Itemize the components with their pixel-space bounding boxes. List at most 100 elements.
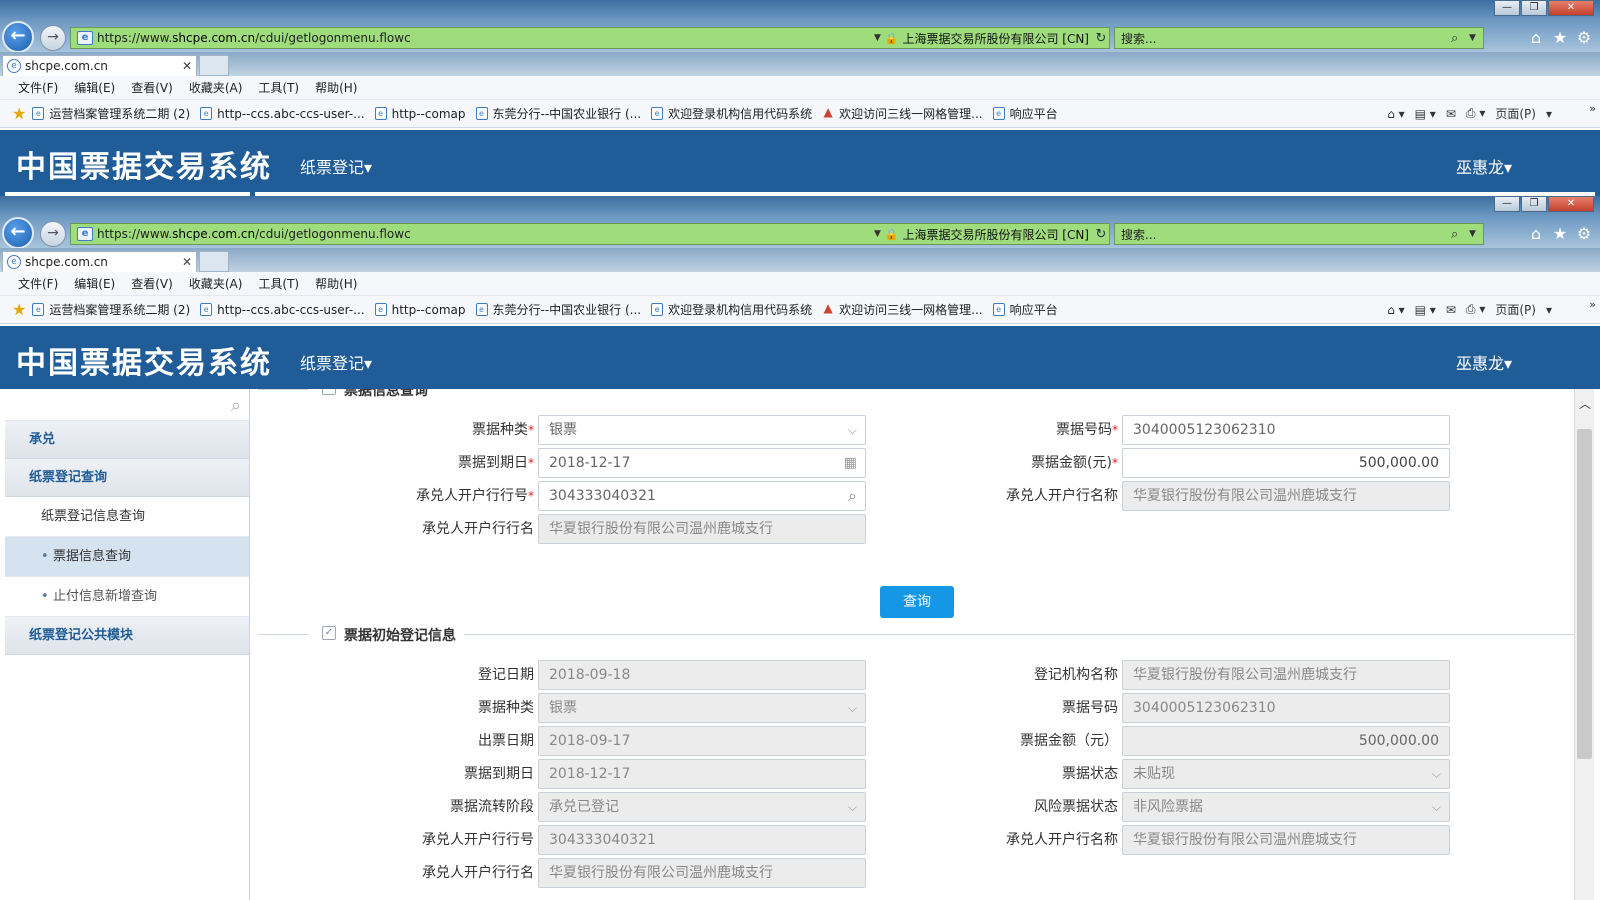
mail-icon[interactable]: ✉ — [1446, 107, 1456, 121]
favorite-link[interactable]: ▲ 欢迎访问三线一网格管理... — [822, 301, 983, 318]
favorites-star-icon[interactable]: ★ — [1548, 224, 1572, 243]
menu-help[interactable]: 帮助(H) — [315, 275, 357, 292]
tab-close-icon[interactable]: ✕ — [182, 255, 196, 269]
minimize-icon[interactable]: — — [1494, 0, 1520, 16]
favorites-star-icon[interactable]: ★ — [12, 104, 26, 123]
favorite-link[interactable]: e http--comap — [374, 107, 466, 121]
more-chevron-icon[interactable]: » — [1589, 102, 1596, 115]
address-dropdown-icon[interactable]: ▼ — [870, 229, 884, 239]
menu-help[interactable]: 帮助(H) — [315, 79, 357, 96]
print-icon[interactable]: ⎙ ▾ — [1466, 106, 1485, 121]
favorite-link[interactable]: e 响应平台 — [992, 301, 1058, 318]
user-menu[interactable]: 巫惠龙▾ — [1456, 350, 1512, 374]
page-menu[interactable]: 页面(P) — [1495, 105, 1536, 122]
amount-input[interactable]: 500,000.00 — [1122, 448, 1450, 478]
favorite-link[interactable]: e 运营档案管理系统二期 (2) — [32, 105, 190, 122]
menu-file[interactable]: 文件(F) — [18, 79, 58, 96]
module-menu[interactable]: 纸票登记▾ — [300, 350, 372, 374]
calendar-icon[interactable]: ▦ — [844, 449, 857, 477]
favorite-link[interactable]: e http--comap — [374, 303, 466, 317]
address-bar[interactable]: e https://www.shcpe.com.cn/cdui/getlogon… — [70, 223, 1110, 245]
lock-icon[interactable]: 🔒 — [884, 228, 899, 241]
home-icon[interactable]: ⌂ — [1524, 224, 1548, 243]
sidebar-group-acceptance[interactable]: 承兑 — [5, 421, 249, 459]
acceptor-bank-no-input[interactable]: 304333040321 ⌕ — [538, 481, 866, 511]
refresh-icon[interactable]: ↻ — [1093, 31, 1109, 46]
sidebar-search-input[interactable]: ⌕ — [5, 389, 249, 421]
forward-arrow-icon[interactable]: → — [40, 25, 66, 51]
browser-search-box[interactable]: 搜索... ⌕ ▼ — [1114, 27, 1484, 49]
menu-file[interactable]: 文件(F) — [18, 275, 58, 292]
menu-favorites[interactable]: 收藏夹(A) — [189, 79, 243, 96]
search-icon[interactable]: ⌕ — [1451, 227, 1469, 242]
settings-gear-icon[interactable]: ⚙ — [1572, 28, 1596, 47]
search-icon[interactable]: ⌕ — [848, 482, 857, 510]
home-icon[interactable]: ⌂ ▾ — [1387, 107, 1404, 121]
sidebar-group-public-module[interactable]: 纸票登记公共模块 — [5, 617, 249, 655]
sidebar-group-paper-query[interactable]: 纸票登记查询 — [5, 459, 249, 497]
browser-tab[interactable]: e shcpe.com.cn ✕ — [2, 55, 197, 76]
back-arrow-icon[interactable]: ← — [2, 21, 34, 52]
vertical-scrollbar[interactable]: ︿ — [1574, 389, 1594, 900]
favorite-link[interactable]: e 欢迎登录机构信用代码系统 — [651, 301, 812, 318]
scrollbar-thumb[interactable] — [1577, 429, 1592, 759]
favorites-star-icon[interactable]: ★ — [1548, 28, 1572, 47]
menu-tools[interactable]: 工具(T) — [258, 79, 299, 96]
back-arrow-icon[interactable]: ← — [2, 217, 34, 248]
sidebar-item-paper-info-query[interactable]: 纸票登记信息查询 — [5, 497, 249, 537]
sidebar-item-stop-payment-query[interactable]: 止付信息新增查询 — [5, 577, 249, 617]
home-icon[interactable]: ⌂ — [1524, 28, 1548, 47]
user-menu[interactable]: 巫惠龙▾ — [1456, 154, 1512, 178]
favorite-link[interactable]: e 东莞分行--中国农业银行 (... — [475, 105, 641, 122]
search-dropdown-icon[interactable]: ▼ — [1469, 33, 1483, 43]
due-date-input[interactable]: 2018-12-17 ▦ — [538, 448, 866, 478]
forward-arrow-icon[interactable]: → — [40, 221, 66, 247]
bill-no-input[interactable]: 3040005123062310 — [1122, 415, 1450, 445]
menu-tools[interactable]: 工具(T) — [258, 275, 299, 292]
feeds-icon[interactable]: ▤ ▾ — [1415, 107, 1436, 121]
favorite-link[interactable]: e http--ccs.abc-ccs-user-... — [200, 303, 365, 317]
certificate-label[interactable]: 上海票据交易所股份有限公司 [CN] — [898, 226, 1093, 243]
favorite-link[interactable]: e 东莞分行--中国农业银行 (... — [475, 301, 641, 318]
sidebar-item-bill-info-query[interactable]: 票据信息查询 — [5, 537, 249, 577]
collapse-checkbox[interactable]: ✓ — [322, 626, 336, 640]
scroll-up-icon[interactable]: ︿ — [1579, 395, 1591, 412]
favorite-link[interactable]: e http--ccs.abc-ccs-user-... — [200, 107, 365, 121]
menu-edit[interactable]: 编辑(E) — [74, 275, 115, 292]
settings-gear-icon[interactable]: ⚙ — [1572, 224, 1596, 243]
bill-type-select[interactable]: 银票 ⌵ — [538, 415, 866, 445]
close-icon[interactable]: ✕ — [1548, 0, 1594, 16]
search-icon[interactable]: ⌕ — [231, 395, 241, 416]
menu-view[interactable]: 查看(V) — [131, 275, 173, 292]
page-menu[interactable]: 页面(P) — [1495, 301, 1536, 318]
tab-close-icon[interactable]: ✕ — [182, 59, 196, 73]
print-icon[interactable]: ⎙ ▾ — [1466, 302, 1485, 317]
refresh-icon[interactable]: ↻ — [1093, 227, 1109, 242]
query-button[interactable]: 查询 — [880, 586, 954, 618]
search-dropdown-icon[interactable]: ▼ — [1469, 229, 1483, 239]
menu-favorites[interactable]: 收藏夹(A) — [189, 275, 243, 292]
new-tab-button[interactable] — [199, 251, 229, 272]
close-icon[interactable]: ✕ — [1548, 196, 1594, 212]
favorite-link[interactable]: e 响应平台 — [992, 105, 1058, 122]
restore-icon[interactable]: ❐ — [1521, 0, 1547, 16]
minimize-icon[interactable]: — — [1494, 196, 1520, 212]
module-menu[interactable]: 纸票登记▾ — [300, 154, 372, 178]
favorite-link[interactable]: ▲ 欢迎访问三线一网格管理... — [822, 105, 983, 122]
more-chevron-icon[interactable]: » — [1589, 298, 1596, 311]
collapse-checkbox[interactable]: ✓ — [322, 389, 336, 395]
restore-icon[interactable]: ❐ — [1521, 196, 1547, 212]
favorite-link[interactable]: e 运营档案管理系统二期 (2) — [32, 301, 190, 318]
browser-search-box[interactable]: 搜索... ⌕ ▼ — [1114, 223, 1484, 245]
new-tab-button[interactable] — [199, 55, 229, 76]
mail-icon[interactable]: ✉ — [1446, 303, 1456, 317]
browser-tab[interactable]: e shcpe.com.cn ✕ — [2, 251, 197, 272]
feeds-icon[interactable]: ▤ ▾ — [1415, 303, 1436, 317]
favorite-link[interactable]: e 欢迎登录机构信用代码系统 — [651, 105, 812, 122]
certificate-label[interactable]: 上海票据交易所股份有限公司 [CN] — [898, 30, 1093, 47]
menu-view[interactable]: 查看(V) — [131, 79, 173, 96]
favorites-star-icon[interactable]: ★ — [12, 300, 26, 319]
menu-edit[interactable]: 编辑(E) — [74, 79, 115, 96]
lock-icon[interactable]: 🔒 — [884, 32, 899, 45]
search-icon[interactable]: ⌕ — [1451, 31, 1469, 46]
